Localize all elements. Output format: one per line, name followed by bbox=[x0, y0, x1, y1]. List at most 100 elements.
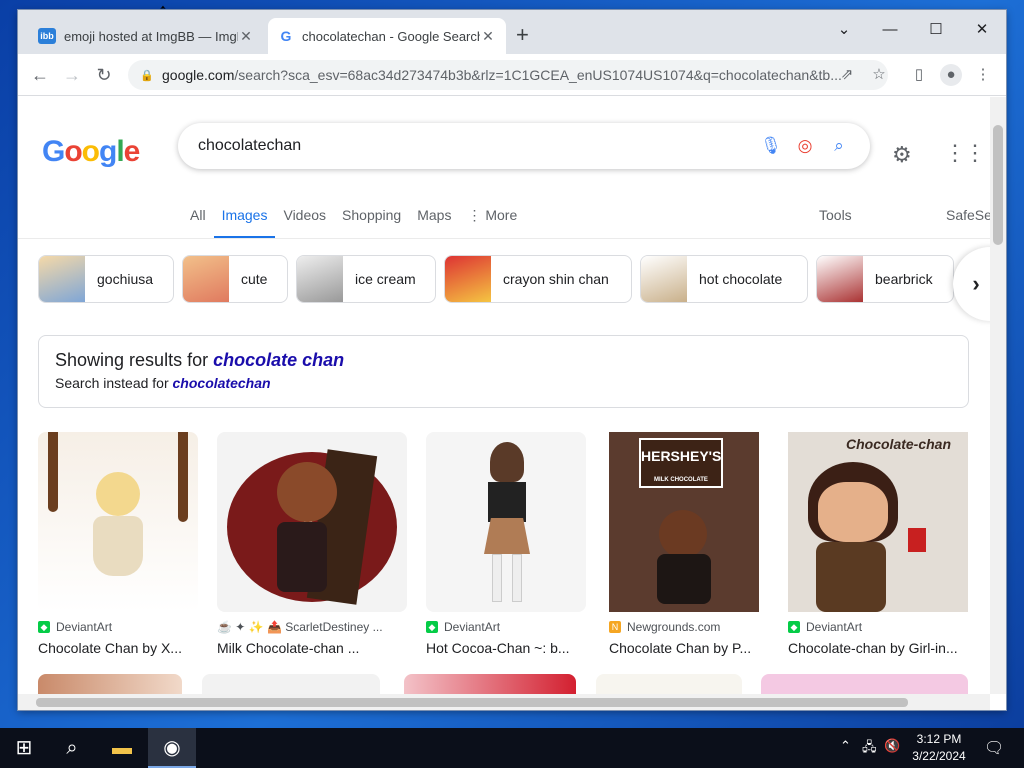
menu-kebab-icon[interactable]: ⋮ bbox=[972, 64, 994, 86]
tab-more[interactable]: ⋮ More bbox=[459, 197, 525, 239]
chip-gochiusa[interactable]: gochiusa bbox=[38, 255, 174, 303]
image-result[interactable]: ◆ DeviantArt Chocolate Chan by X... bbox=[38, 432, 198, 656]
windows-start-icon[interactable]: ⊞ bbox=[0, 728, 48, 768]
chip-thumbnail bbox=[183, 256, 229, 302]
horizontal-scroll-thumb[interactable] bbox=[36, 698, 908, 707]
volume-muted-icon[interactable]: 🔇 bbox=[884, 738, 900, 754]
result-source[interactable]: ◆ DeviantArt bbox=[788, 620, 968, 634]
tab-shopping[interactable]: Shopping bbox=[334, 197, 409, 239]
search-input[interactable]: chocolatechan 🎙 ◎ ⌕ bbox=[178, 123, 870, 169]
page-content: Google chocolatechan 🎙 ◎ ⌕ ⚙ ⋮⋮⋮ All Ima… bbox=[18, 97, 990, 694]
source-name: DeviantArt bbox=[444, 620, 501, 634]
maximize-button[interactable]: ☐ bbox=[916, 16, 956, 44]
search-icon[interactable]: ⌕ bbox=[48, 728, 96, 768]
tab-videos[interactable]: Videos bbox=[275, 197, 334, 239]
chip-bearbrick[interactable]: bearbrick bbox=[816, 255, 954, 303]
image-result-partial[interactable] bbox=[596, 674, 742, 694]
chocolate-chan-caption: Chocolate-chan bbox=[846, 436, 952, 452]
address-bar[interactable]: 🔒 google.com /search?sca_esv=68ac34d2734… bbox=[128, 60, 888, 90]
tab-all[interactable]: All bbox=[182, 197, 214, 239]
forward-icon[interactable]: → bbox=[60, 63, 84, 87]
url-path: /search?sca_esv=68ac34d273474b3b&rlz=1C1… bbox=[234, 67, 842, 83]
share-icon[interactable]: ⇗ bbox=[836, 64, 858, 86]
chip-thumbnail bbox=[817, 256, 863, 302]
corrected-term-link[interactable]: chocolate chan bbox=[213, 350, 344, 370]
lens-icon[interactable]: ◎ bbox=[788, 129, 822, 163]
hersheys-logo-text: HERSHEY'S bbox=[641, 448, 722, 464]
image-result-partial[interactable] bbox=[761, 674, 968, 694]
image-result-partial[interactable] bbox=[404, 674, 576, 694]
network-icon[interactable]: 🖧 bbox=[862, 738, 877, 760]
chip-label: hot chocolate bbox=[699, 271, 783, 287]
result-source[interactable]: ☕ ✦ ✨ 📤 ScarletDestiney ... bbox=[217, 620, 407, 634]
imgbb-favicon-icon: ibb bbox=[38, 28, 56, 44]
result-source[interactable]: ◆ DeviantArt bbox=[426, 620, 586, 634]
taskbar: ⊞ ⌕ ▬ ◉ ⌃ 🖧 🔇 3:12 PM 3/22/2024 🗨 bbox=[0, 728, 1024, 768]
image-result[interactable]: ◆ DeviantArt Hot Cocoa-Chan ~: b... bbox=[426, 432, 586, 656]
showing-results-line: Showing results for chocolate chan bbox=[55, 350, 952, 371]
apps-grid-icon[interactable]: ⋮⋮⋮ bbox=[944, 140, 990, 166]
result-title[interactable]: Milk Chocolate-chan ... bbox=[217, 640, 407, 656]
voice-search-icon[interactable]: 🎙 bbox=[754, 129, 788, 163]
chip-crayon-shin-chan[interactable]: crayon shin chan bbox=[444, 255, 632, 303]
back-icon[interactable]: ← bbox=[28, 63, 52, 87]
tab-search-button[interactable]: ⌄ bbox=[824, 16, 864, 44]
chip-cute[interactable]: cute bbox=[182, 255, 288, 303]
chip-ice-cream[interactable]: ice cream bbox=[296, 255, 436, 303]
image-result[interactable]: Chocolate-chan ◆ DeviantArt Chocolate-cha… bbox=[788, 432, 968, 656]
result-title[interactable]: Chocolate Chan by P... bbox=[609, 640, 759, 656]
tab-images[interactable]: Images bbox=[213, 197, 276, 239]
spelling-notice: Showing results for chocolate chan Searc… bbox=[38, 335, 969, 408]
chrome-taskbar-icon[interactable]: ◉ bbox=[148, 728, 196, 768]
image-result-partial[interactable] bbox=[38, 674, 182, 694]
logo-letters: Google bbox=[42, 135, 140, 168]
logo-letter: g bbox=[99, 135, 117, 168]
tab-google-search[interactable]: G chocolatechan - Google Search ✕ bbox=[268, 18, 506, 54]
settings-gear-icon[interactable]: ⚙ bbox=[892, 142, 912, 168]
close-tab-icon[interactable]: ✕ bbox=[238, 28, 254, 44]
image-result-partial[interactable] bbox=[202, 674, 380, 694]
tools-button[interactable]: Tools bbox=[819, 207, 852, 223]
close-tab-icon[interactable]: ✕ bbox=[480, 28, 496, 44]
url-host: google.com bbox=[162, 67, 235, 83]
search-query: chocolatechan bbox=[198, 137, 302, 154]
result-title[interactable]: Chocolate-chan by Girl-in... bbox=[788, 640, 968, 656]
result-source[interactable]: N Newgrounds.com bbox=[609, 620, 759, 634]
chip-thumbnail bbox=[641, 256, 687, 302]
tab-maps[interactable]: Maps bbox=[409, 197, 459, 239]
result-title[interactable]: Chocolate Chan by X... bbox=[38, 640, 198, 656]
result-image[interactable]: HERSHEY'S bbox=[217, 432, 407, 612]
chip-label: ice cream bbox=[355, 271, 416, 287]
image-result[interactable]: HERSHEY'S MILK CHOCOLATE N Newgrounds.com … bbox=[609, 432, 759, 656]
result-image[interactable] bbox=[38, 432, 198, 612]
safesearch-button[interactable]: SafeSe bbox=[946, 207, 990, 223]
result-source[interactable]: ◆ DeviantArt bbox=[38, 620, 198, 634]
result-image[interactable]: Chocolate-chan bbox=[788, 432, 968, 612]
result-image[interactable] bbox=[426, 432, 586, 612]
side-panel-icon[interactable]: ▯ bbox=[908, 64, 930, 86]
tab-imgbb[interactable]: ibb emoji hosted at ImgBB — ImgBB ✕ bbox=[28, 18, 264, 54]
vertical-scroll-thumb[interactable] bbox=[993, 125, 1003, 245]
system-clock[interactable]: 3:12 PM 3/22/2024 bbox=[904, 731, 974, 765]
result-image[interactable]: HERSHEY'S MILK CHOCOLATE bbox=[609, 432, 759, 612]
google-logo[interactable]: Google bbox=[42, 135, 140, 169]
chevron-right-icon[interactable]: › bbox=[953, 247, 990, 321]
deviantart-icon: ◆ bbox=[38, 621, 50, 633]
image-result[interactable]: HERSHEY'S ☕ ✦ ✨ 📤 ScarletDestiney ... Mi… bbox=[217, 432, 407, 656]
source-name: DeviantArt bbox=[806, 620, 863, 634]
chevron-up-icon[interactable]: ⌃ bbox=[840, 738, 851, 754]
chip-hot-chocolate[interactable]: hot chocolate bbox=[640, 255, 808, 303]
result-title[interactable]: Hot Cocoa-Chan ~: b... bbox=[426, 640, 586, 656]
tab-label: chocolatechan - Google Search bbox=[302, 28, 480, 44]
profile-icon[interactable]: ● bbox=[940, 64, 962, 86]
close-window-button[interactable]: ✕ bbox=[962, 16, 1002, 44]
search-icon[interactable]: ⌕ bbox=[822, 129, 856, 163]
notifications-icon[interactable]: 🗨 bbox=[984, 738, 1004, 758]
new-tab-button[interactable]: + bbox=[516, 24, 529, 46]
google-favicon-icon: G bbox=[280, 28, 292, 44]
reload-icon[interactable]: ↻ bbox=[92, 63, 116, 87]
original-term-link[interactable]: chocolatechan bbox=[173, 375, 271, 391]
bookmark-star-icon[interactable]: ☆ bbox=[868, 64, 890, 86]
file-explorer-icon[interactable]: ▬ bbox=[98, 728, 146, 768]
minimize-button[interactable]: — bbox=[870, 16, 910, 44]
